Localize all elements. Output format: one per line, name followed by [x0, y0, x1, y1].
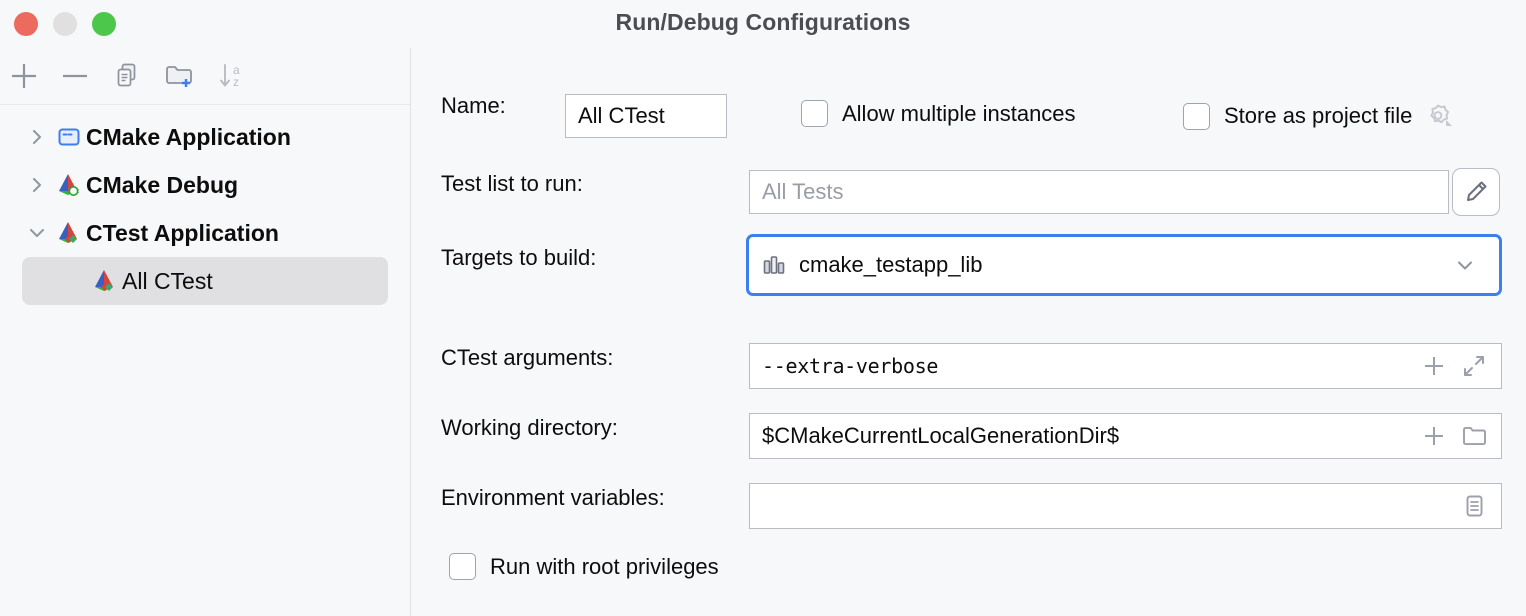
- ctest-application-icon: [52, 219, 86, 247]
- environment-variables-input[interactable]: [749, 483, 1502, 529]
- chevron-right-icon[interactable]: [22, 126, 52, 148]
- checkbox-box[interactable]: [801, 100, 828, 127]
- configurations-sidebar: a z CMake Application CMake Debug CTest …: [0, 48, 410, 616]
- sort-az-icon: a z: [220, 63, 240, 89]
- list-document-icon[interactable]: [1461, 492, 1487, 520]
- sidebar-toolbar: a z: [0, 48, 410, 104]
- targets-to-build-value: cmake_testapp_lib: [799, 252, 983, 277]
- tree-item-label: CMake Application: [86, 123, 291, 150]
- run-with-root-privileges-checkbox[interactable]: Run with root privileges: [449, 553, 719, 580]
- test-list-row: Test list to run:: [441, 171, 583, 197]
- tree-item-all-ctest[interactable]: All CTest: [22, 257, 388, 305]
- pencil-icon: [1467, 181, 1487, 201]
- chevron-right-icon[interactable]: [22, 174, 52, 196]
- store-as-project-file-label: Store as project file: [1224, 103, 1413, 128]
- allow-multiple-instances-label: Allow multiple instances: [842, 100, 1076, 126]
- tree-item-ctest-application[interactable]: CTest Application: [22, 209, 388, 257]
- working-directory-value: $CMakeCurrentLocalGenerationDir$: [762, 423, 1120, 448]
- name-label: Name:: [441, 93, 506, 118]
- copy-icon: [117, 63, 136, 87]
- working-directory-label: Working directory:: [441, 415, 618, 440]
- store-as-project-file-checkbox[interactable]: Store as project file: [1183, 100, 1454, 132]
- ctest-arguments-actions: [1421, 353, 1501, 379]
- cmake-application-icon: [52, 124, 86, 150]
- add-configuration-button[interactable]: [6, 58, 42, 94]
- ctest-arguments-input[interactable]: --extra-verbose: [749, 343, 1502, 389]
- library-icon: [762, 253, 786, 277]
- ctest-arguments-value: --extra-verbose: [762, 354, 939, 378]
- plus-icon[interactable]: [1421, 353, 1447, 379]
- edit-test-list-button[interactable]: [1452, 168, 1500, 216]
- chevron-down-icon[interactable]: [22, 222, 52, 244]
- configuration-form: Name: All CTest Allow multiple instances…: [411, 48, 1526, 616]
- environment-variables-label: Environment variables:: [441, 485, 665, 510]
- tree-item-label: CMake Debug: [86, 171, 239, 198]
- run-with-root-privileges-label: Run with root privileges: [490, 553, 719, 579]
- name-row: Name:: [441, 93, 506, 119]
- ctest-application-icon: [88, 267, 122, 295]
- test-list-placeholder: All Tests: [762, 179, 844, 204]
- new-folder-button[interactable]: [162, 58, 198, 94]
- svg-text:z: z: [233, 75, 239, 89]
- allow-multiple-instances-checkbox[interactable]: Allow multiple instances: [801, 100, 1076, 127]
- tree-item-cmake-application[interactable]: CMake Application: [22, 113, 388, 161]
- working-directory-row: Working directory:: [441, 415, 618, 441]
- expand-icon[interactable]: [1461, 353, 1487, 379]
- plus-icon: [12, 64, 36, 88]
- tree-item-cmake-debug[interactable]: CMake Debug: [22, 161, 388, 209]
- sort-alphabetically-button[interactable]: a z: [214, 58, 250, 94]
- ctest-arguments-label: CTest arguments:: [441, 345, 614, 370]
- environment-variables-actions: [1461, 492, 1501, 520]
- copy-configuration-button[interactable]: [110, 58, 146, 94]
- working-directory-input[interactable]: $CMakeCurrentLocalGenerationDir$: [749, 413, 1502, 459]
- test-list-label: Test list to run:: [441, 171, 583, 196]
- cmake-debug-icon: [52, 171, 86, 199]
- page-title: Run/Debug Configurations: [615, 9, 911, 35]
- remove-configuration-button[interactable]: [57, 58, 93, 94]
- configurations-tree: CMake Application CMake Debug CTest Appl…: [0, 113, 410, 305]
- chevron-down-icon[interactable]: [1453, 253, 1499, 277]
- name-input-value: All CTest: [578, 103, 665, 128]
- checkbox-box[interactable]: [449, 553, 476, 580]
- run-debug-configurations-dialog: Run/Debug Configurations a z CMake Appli…: [0, 0, 1526, 616]
- tree-item-label: All CTest: [122, 267, 213, 294]
- working-directory-actions: [1421, 423, 1501, 449]
- plus-icon[interactable]: [1421, 423, 1447, 449]
- checkbox-box[interactable]: [1183, 102, 1210, 130]
- targets-to-build-row: Targets to build:: [441, 245, 596, 271]
- title-bar: Run/Debug Configurations: [0, 0, 1526, 48]
- minus-icon: [63, 74, 87, 78]
- targets-to-build-label: Targets to build:: [441, 245, 597, 270]
- name-input[interactable]: All CTest: [565, 94, 727, 138]
- folder-add-icon: [166, 66, 192, 87]
- test-list-input[interactable]: All Tests: [749, 170, 1449, 214]
- targets-to-build-select[interactable]: cmake_testapp_lib: [746, 234, 1502, 296]
- environment-variables-row: Environment variables:: [441, 485, 665, 511]
- gear-icon[interactable]: [1422, 100, 1454, 132]
- toolbar-divider: [0, 104, 410, 105]
- folder-icon[interactable]: [1461, 424, 1487, 448]
- ctest-arguments-row: CTest arguments:: [441, 345, 613, 371]
- tree-item-label: CTest Application: [86, 219, 279, 246]
